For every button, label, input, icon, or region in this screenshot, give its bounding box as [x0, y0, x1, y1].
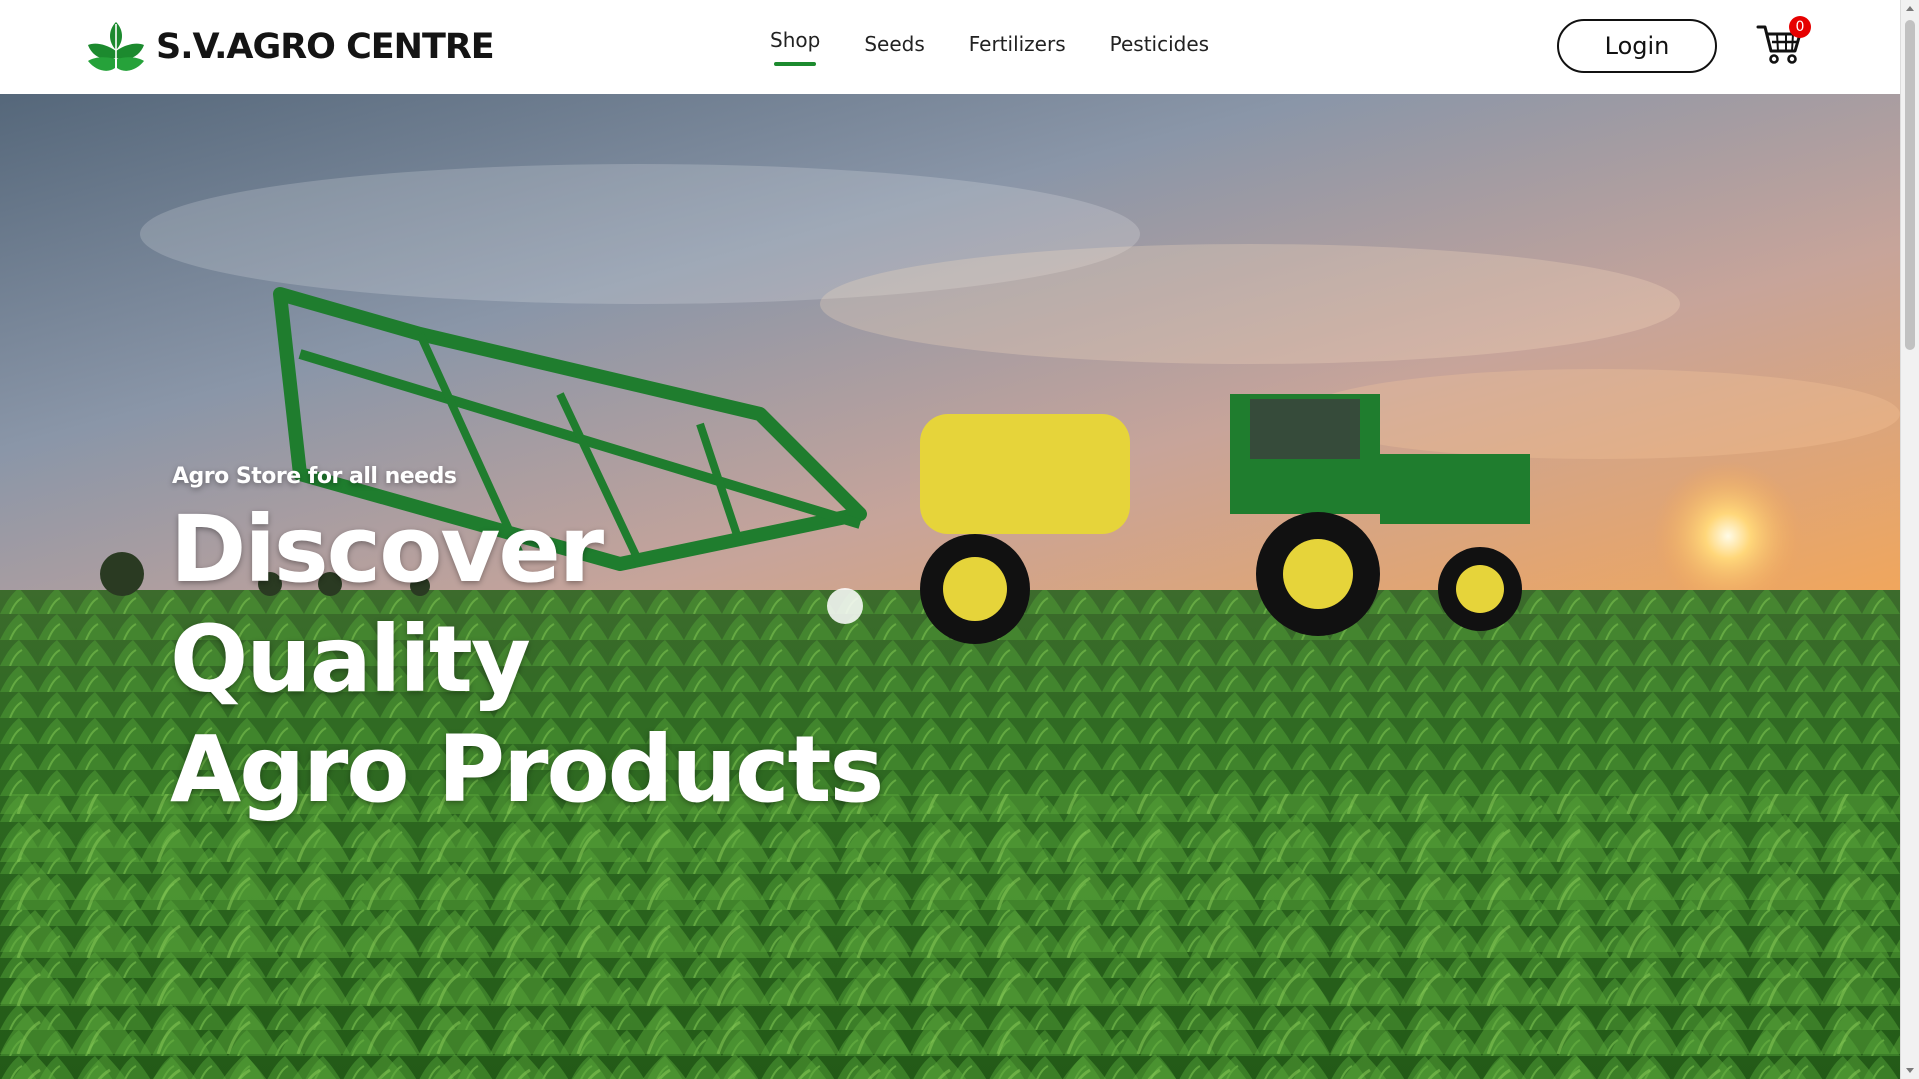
- cart-count-badge: 0: [1789, 16, 1811, 38]
- page: S.V.AGRO CENTRE Shop Seeds Fertilizers P…: [0, 0, 1919, 1079]
- nav-item-label: Shop: [770, 28, 821, 52]
- login-button[interactable]: Login: [1557, 19, 1717, 73]
- nav-item-label: Seeds: [864, 32, 925, 56]
- scroll-up-arrow-icon[interactable]: [1906, 6, 1914, 11]
- brand-name: S.V.AGRO CENTRE: [156, 27, 495, 67]
- scrollbar-thumb[interactable]: [1905, 20, 1915, 350]
- page-scrollbar[interactable]: [1900, 0, 1919, 1079]
- nav-item-shop[interactable]: Shop: [770, 24, 821, 66]
- hero-kicker: Agro Store for all needs: [172, 464, 457, 489]
- cart-button[interactable]: 0: [1756, 16, 1816, 68]
- nav-item-seeds[interactable]: Seeds: [864, 24, 924, 56]
- nav-item-pesticides[interactable]: Pesticides: [1110, 24, 1209, 56]
- scroll-down-arrow-icon[interactable]: [1906, 1068, 1914, 1073]
- hero-text-block: Agro Store for all needs Discover Qualit…: [170, 464, 884, 825]
- hero-banner: Agro Store for all needs Discover Qualit…: [0, 94, 1900, 1079]
- leaf-sprout-logo-icon: [88, 22, 144, 73]
- brand-link[interactable]: S.V.AGRO CENTRE: [86, 18, 495, 76]
- site-header: S.V.AGRO CENTRE Shop Seeds Fertilizers P…: [0, 0, 1900, 94]
- hero-headline: Discover Quality Agro Products: [170, 495, 884, 825]
- main-nav: Shop Seeds Fertilizers Pesticides: [770, 24, 1209, 66]
- active-nav-indicator: [774, 62, 817, 66]
- nav-item-fertilizers[interactable]: Fertilizers: [969, 24, 1066, 56]
- hero-headline-line: Discover: [170, 496, 604, 603]
- nav-item-label: Fertilizers: [968, 32, 1066, 56]
- hero-headline-line: Agro Products: [170, 716, 884, 823]
- nav-item-label: Pesticides: [1109, 32, 1210, 56]
- hero-headline-line: Quality: [170, 606, 531, 713]
